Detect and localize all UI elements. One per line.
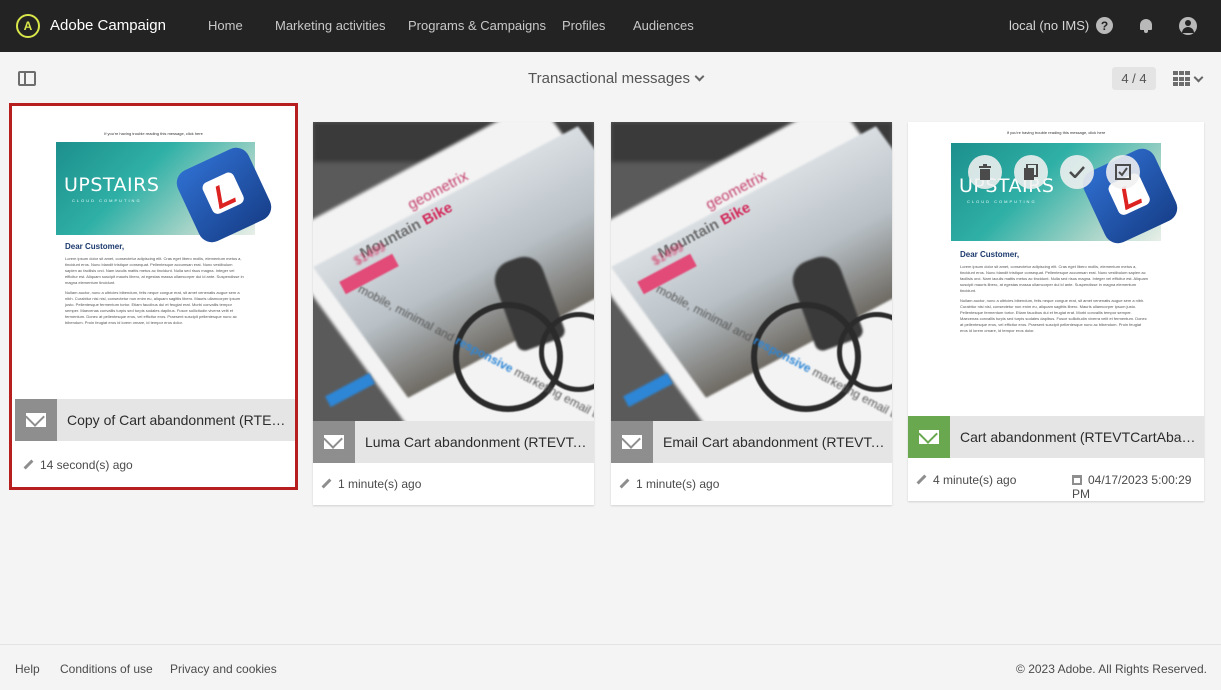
card-caption[interactable]: Copy of Cart abandonment (RTEVTc... (15, 399, 295, 441)
app-icon (172, 143, 276, 247)
instance-label[interactable]: local (no IMS) (1009, 18, 1089, 33)
message-card[interactable]: geometrix Mountain Bike $1499 mobile, mi… (611, 122, 892, 505)
card-modified: 1 minute(s) ago (321, 477, 421, 491)
check-icon[interactable] (1060, 155, 1094, 189)
conditions-link[interactable]: Conditions of use (60, 662, 153, 676)
adobe-campaign-logo[interactable]: A (16, 14, 40, 38)
card-caption[interactable]: Email Cart abandonment (RTEVTco... (611, 421, 892, 463)
card-title[interactable]: Luma Cart abandonment (RTEVTco... (365, 434, 587, 450)
email-icon (313, 421, 355, 463)
email-paragraph: Nullam auctor, nunc a ultricies bibendum… (65, 290, 241, 325)
nav-audiences[interactable]: Audiences (633, 18, 694, 33)
nav-marketing-activities[interactable]: Marketing activities (275, 18, 386, 33)
email-body: Dear Customer, Lorem ipsum dolor sit ame… (65, 242, 245, 330)
pencil-icon (916, 474, 927, 485)
card-date: 04/17/2023 5:00:29 PM (1072, 473, 1204, 501)
pencil-icon (619, 478, 630, 489)
modified-text: 4 minute(s) ago (933, 473, 1017, 487)
email-brand: UPSTAIRS (64, 174, 160, 196)
toggle-panel-icon[interactable] (18, 71, 36, 86)
card-title[interactable]: Email Cart abandonment (RTEVTco... (663, 434, 885, 450)
email-icon (908, 416, 950, 458)
pencil-icon (23, 459, 34, 470)
email-preview: geometrix Mountain Bike $1499 mobile, mi… (313, 122, 594, 421)
view-title-label: Transactional messages (528, 70, 691, 87)
card-title[interactable]: Copy of Cart abandonment (RTEVTc... (67, 412, 289, 428)
email-brand-sub: CLOUD COMPUTING (72, 198, 142, 203)
email-preview: geometrix Mountain Bike $1499 mobile, mi… (611, 122, 892, 421)
chevron-down-icon[interactable] (1193, 72, 1204, 83)
card-thumbnail[interactable]: If you're having trouble reading this me… (908, 122, 1204, 416)
email-brand-sub: CLOUD COMPUTING (967, 199, 1037, 204)
card-caption[interactable]: Cart abandonment (RTEVTCartAbando... (908, 416, 1204, 458)
email-greeting: Dear Customer, (65, 242, 125, 251)
email-icon (611, 421, 653, 463)
email-preview: If you're having trouble reading this me… (12, 106, 295, 399)
card-caption[interactable]: Luma Cart abandonment (RTEVTco... (313, 421, 594, 463)
chevron-down-icon (694, 71, 705, 82)
calendar-icon (1072, 475, 1082, 485)
top-navigation: A Adobe Campaign Home Marketing activiti… (0, 0, 1221, 52)
email-paragraph: Nullam auctor, nunc a ultricies bibendum… (960, 298, 1147, 333)
email-greeting: Dear Customer, (960, 250, 1020, 259)
card-thumbnail[interactable]: If you're having trouble reading this me… (12, 106, 295, 399)
email-top-line: If you're having trouble reading this me… (104, 131, 203, 136)
read-more-image (623, 372, 673, 408)
card-modified: 14 second(s) ago (23, 458, 133, 472)
item-counter: 4 / 4 (1112, 67, 1156, 90)
bell-icon[interactable] (1139, 18, 1153, 33)
card-thumbnail[interactable]: geometrix Mountain Bike $1499 mobile, mi… (611, 122, 892, 421)
card-thumbnail[interactable]: geometrix Mountain Bike $1499 mobile, mi… (313, 122, 594, 421)
pencil-icon (321, 478, 332, 489)
modified-text: 14 second(s) ago (40, 458, 133, 472)
nav-programs-campaigns[interactable]: Programs & Campaigns (408, 18, 546, 33)
modified-text: 1 minute(s) ago (338, 477, 422, 491)
help-icon[interactable]: ? (1096, 17, 1113, 34)
modified-text: 1 minute(s) ago (636, 477, 720, 491)
help-link[interactable]: Help (15, 662, 40, 676)
footer: Help Conditions of use Privacy and cooki… (0, 644, 1221, 690)
copyright: © 2023 Adobe. All Rights Reserved. (1016, 662, 1207, 676)
duplicate-icon[interactable] (1014, 155, 1048, 189)
view-title-dropdown[interactable]: Transactional messages (528, 70, 705, 87)
card-title[interactable]: Cart abandonment (RTEVTCartAbando... (960, 429, 1196, 445)
email-paragraph: Lorem ipsum dolor sit amet, consectetur … (65, 256, 244, 285)
card-modified: 4 minute(s) ago (916, 473, 1016, 487)
email-body: Dear Customer, Lorem ipsum dolor sit ame… (960, 250, 1150, 338)
nav-profiles[interactable]: Profiles (562, 18, 605, 33)
grid-view-icon[interactable] (1173, 71, 1191, 87)
email-icon (15, 399, 57, 441)
card-modified: 1 minute(s) ago (619, 477, 719, 491)
app-title[interactable]: Adobe Campaign (50, 17, 166, 34)
privacy-link[interactable]: Privacy and cookies (170, 662, 277, 676)
message-card[interactable]: If you're having trouble reading this me… (908, 122, 1204, 501)
message-card[interactable]: geometrix Mountain Bike $1499 mobile, mi… (313, 122, 594, 505)
read-more-image (325, 372, 375, 408)
user-avatar-icon[interactable] (1179, 17, 1197, 35)
email-preview: If you're having trouble reading this me… (908, 122, 1204, 416)
email-paragraph: Lorem ipsum dolor sit amet, consectetur … (960, 264, 1148, 293)
nav-home[interactable]: Home (208, 18, 243, 33)
select-icon[interactable] (1106, 155, 1140, 189)
message-card[interactable]: If you're having trouble reading this me… (9, 103, 298, 490)
delete-icon[interactable] (968, 155, 1002, 189)
email-hero: UPSTAIRS CLOUD COMPUTING (56, 142, 276, 247)
email-top-line: If you're having trouble reading this me… (1006, 130, 1106, 135)
date-text: 04/17/2023 5:00:29 PM (1072, 473, 1192, 501)
